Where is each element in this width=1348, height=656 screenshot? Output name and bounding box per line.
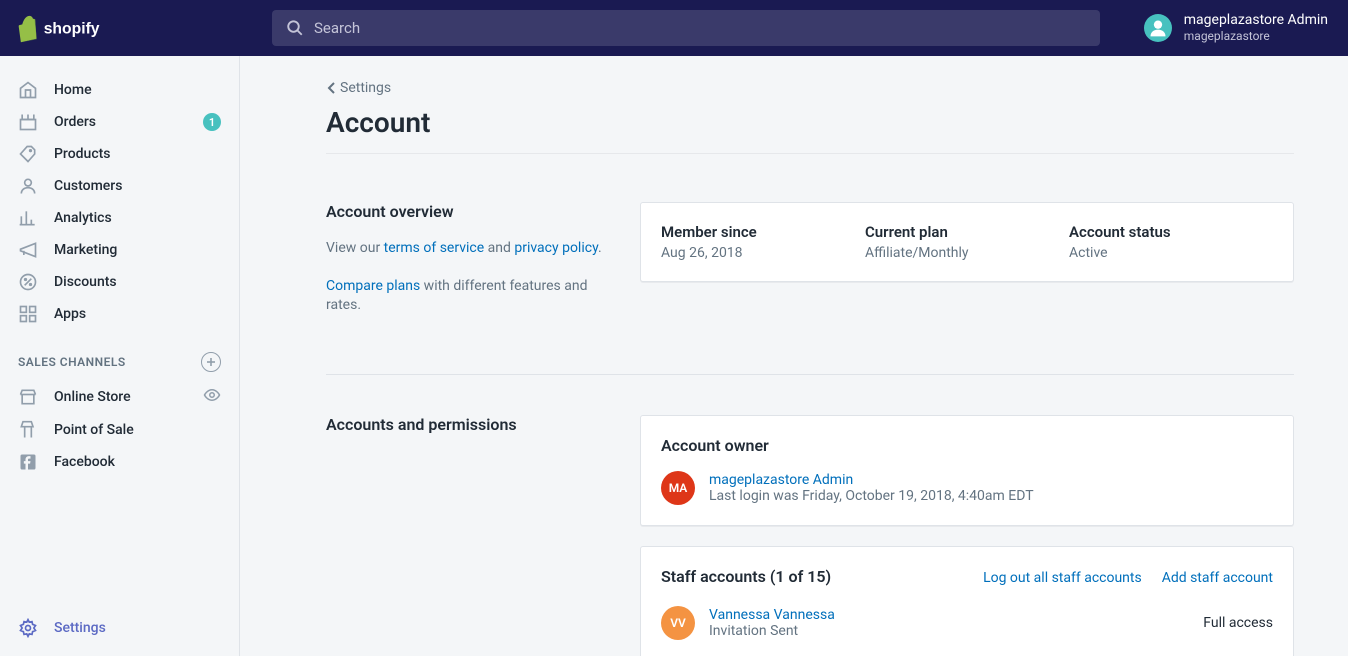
owner-name-link[interactable]: mageplazastore Admin xyxy=(709,472,1034,488)
logout-all-link[interactable]: Log out all staff accounts xyxy=(983,570,1142,586)
staff-heading: Staff accounts (1 of 15) xyxy=(661,567,831,586)
account-status-label: Account status xyxy=(1069,223,1273,241)
add-channel-button[interactable] xyxy=(201,352,221,372)
sidebar-item-home[interactable]: Home xyxy=(0,74,239,106)
search-input[interactable]: Search xyxy=(272,10,1100,46)
compare-description: Compare plans with different features an… xyxy=(326,277,616,316)
user-name: mageplazastore Admin xyxy=(1184,12,1328,29)
sidebar-item-label: Orders xyxy=(54,114,203,130)
sidebar-item-discounts[interactable]: Discounts xyxy=(0,266,239,298)
overview-description: View our terms of service and privacy po… xyxy=(326,239,616,259)
staff-status: Invitation Sent xyxy=(709,623,1203,639)
sidebar-item-label: Marketing xyxy=(54,242,221,258)
products-icon xyxy=(18,144,38,164)
owner-avatar: MA xyxy=(661,471,695,505)
facebook-icon xyxy=(18,452,38,472)
sidebar-item-label: Discounts xyxy=(54,274,221,290)
sidebar-item-online-store[interactable]: Online Store xyxy=(0,380,239,414)
sidebar-item-label: Products xyxy=(54,146,221,162)
gear-icon xyxy=(18,618,38,638)
user-menu[interactable]: mageplazastore Admin mageplazastore xyxy=(1132,12,1348,43)
sidebar-item-label: Customers xyxy=(54,178,221,194)
apps-icon xyxy=(18,304,38,324)
avatar xyxy=(1144,14,1172,42)
sidebar-item-facebook[interactable]: Facebook xyxy=(0,446,239,478)
sidebar-item-apps[interactable]: Apps xyxy=(0,298,239,330)
current-plan-label: Current plan xyxy=(865,223,1069,241)
discounts-icon xyxy=(18,272,38,292)
overview-heading: Account overview xyxy=(326,202,616,221)
sidebar-item-pos[interactable]: Point of Sale xyxy=(0,414,239,446)
svg-text:shopify: shopify xyxy=(44,21,100,38)
member-since-value: Aug 26, 2018 xyxy=(661,245,865,261)
sidebar-item-label: Facebook xyxy=(54,454,221,470)
staff-name-link[interactable]: Vannessa Vannessa xyxy=(709,607,1203,623)
sidebar: Home Orders 1 Products Customers Analyti… xyxy=(0,56,240,656)
compare-plans-link[interactable]: Compare plans xyxy=(326,278,420,294)
search-placeholder: Search xyxy=(314,19,360,37)
orders-icon xyxy=(18,112,38,132)
current-plan-value: Affiliate/Monthly xyxy=(865,245,1069,261)
account-status-value: Active xyxy=(1069,245,1273,261)
owner-heading: Account owner xyxy=(661,436,1273,455)
member-since-label: Member since xyxy=(661,223,865,241)
home-icon xyxy=(18,80,38,100)
main-content: Settings Account Account overview View o… xyxy=(240,56,1348,656)
sidebar-item-label: Apps xyxy=(54,306,221,322)
overview-card: Member since Aug 26, 2018 Current plan A… xyxy=(640,202,1294,282)
sidebar-item-label: Online Store xyxy=(54,389,203,405)
eye-icon[interactable] xyxy=(203,386,221,408)
pos-icon xyxy=(18,420,38,440)
staff-access-level: Full access xyxy=(1203,615,1273,631)
orders-badge: 1 xyxy=(203,113,221,131)
sidebar-item-settings[interactable]: Settings xyxy=(0,612,239,656)
sidebar-item-analytics[interactable]: Analytics xyxy=(0,202,239,234)
accounts-permissions-heading: Accounts and permissions xyxy=(326,415,616,434)
sidebar-item-label: Home xyxy=(54,82,221,98)
marketing-icon xyxy=(18,240,38,260)
customers-icon xyxy=(18,176,38,196)
breadcrumb-back[interactable]: Settings xyxy=(326,80,391,96)
sidebar-item-customers[interactable]: Customers xyxy=(0,170,239,202)
owner-last-login: Last login was Friday, October 19, 2018,… xyxy=(709,488,1034,504)
owner-card: Account owner MA mageplazastore Admin La… xyxy=(640,415,1294,526)
sidebar-item-label: Settings xyxy=(54,620,221,636)
analytics-icon xyxy=(18,208,38,228)
top-bar: shopify Search mageplazastore Admin mage… xyxy=(0,0,1348,56)
sidebar-item-orders[interactable]: Orders 1 xyxy=(0,106,239,138)
staff-card: Staff accounts (1 of 15) Log out all sta… xyxy=(640,546,1294,656)
sales-channels-heading: SALES CHANNELS xyxy=(18,355,126,369)
page-title: Account xyxy=(326,106,1294,154)
tos-link[interactable]: terms of service xyxy=(384,240,485,256)
store-name: mageplazastore xyxy=(1184,29,1328,43)
sidebar-item-label: Analytics xyxy=(54,210,221,226)
sidebar-item-products[interactable]: Products xyxy=(0,138,239,170)
breadcrumb-label: Settings xyxy=(340,80,391,96)
sidebar-item-marketing[interactable]: Marketing xyxy=(0,234,239,266)
add-staff-link[interactable]: Add staff account xyxy=(1162,570,1273,586)
staff-avatar: VV xyxy=(661,606,695,640)
logo[interactable]: shopify xyxy=(0,13,240,43)
sidebar-item-label: Point of Sale xyxy=(54,422,221,438)
privacy-link[interactable]: privacy policy xyxy=(514,240,598,256)
store-icon xyxy=(18,387,38,407)
